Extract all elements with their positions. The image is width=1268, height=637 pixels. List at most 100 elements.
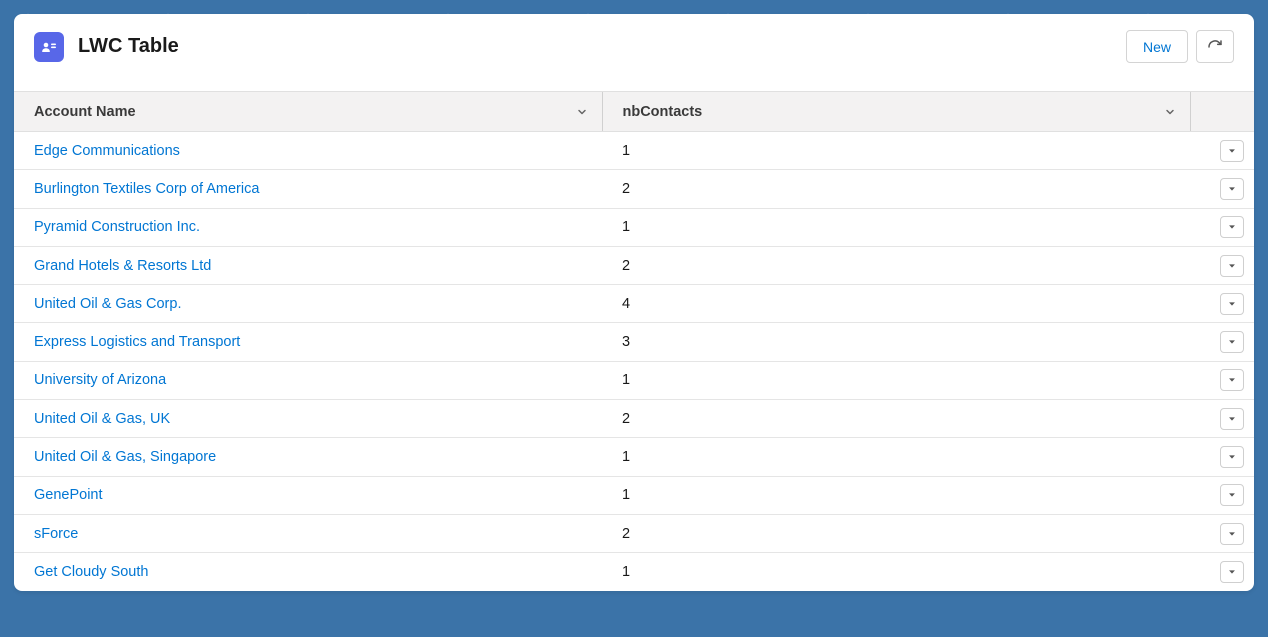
cell-account-name: University of Arizona [14,361,602,399]
row-actions-menu[interactable] [1220,408,1244,430]
cell-contacts: 2 [602,246,1190,284]
cell-actions [1190,170,1254,208]
row-actions-menu[interactable] [1220,331,1244,353]
column-label: nbContacts [623,104,703,120]
chevron-down-icon [572,102,592,122]
cell-account-name: Get Cloudy South [14,553,602,591]
account-link[interactable]: Pyramid Construction Inc. [34,219,200,235]
cell-contacts: 1 [602,208,1190,246]
row-actions-menu[interactable] [1220,561,1244,583]
cell-actions [1190,514,1254,552]
cell-account-name: United Oil & Gas, Singapore [14,438,602,476]
caret-down-icon [1227,184,1237,194]
cell-actions [1190,132,1254,170]
row-actions-menu[interactable] [1220,255,1244,277]
cell-account-name: Pyramid Construction Inc. [14,208,602,246]
column-header-actions [1190,92,1254,132]
caret-down-icon [1227,567,1237,577]
account-link[interactable]: Edge Communications [34,143,180,159]
table-row: Get Cloudy South 1 [14,553,1254,591]
account-link[interactable]: University of Arizona [34,372,166,388]
cell-actions [1190,361,1254,399]
row-actions-menu[interactable] [1220,484,1244,506]
table-row: Pyramid Construction Inc. 1 [14,208,1254,246]
cell-contacts: 3 [602,323,1190,361]
row-actions-menu[interactable] [1220,369,1244,391]
cell-actions [1190,553,1254,591]
cell-contacts: 2 [602,400,1190,438]
table-row: United Oil & Gas Corp. 4 [14,285,1254,323]
row-actions-menu[interactable] [1220,178,1244,200]
account-link[interactable]: United Oil & Gas, UK [34,411,170,427]
table-row: Express Logistics and Transport 3 [14,323,1254,361]
account-link[interactable]: Grand Hotels & Resorts Ltd [34,258,211,274]
caret-down-icon [1227,529,1237,539]
caret-down-icon [1227,299,1237,309]
account-link[interactable]: Burlington Textiles Corp of America [34,181,259,197]
card: LWC Table New Account Name [14,14,1254,591]
cell-account-name: GenePoint [14,476,602,514]
chevron-down-icon [1160,102,1180,122]
table-row: Grand Hotels & Resorts Ltd 2 [14,246,1254,284]
cell-actions [1190,438,1254,476]
table-row: Burlington Textiles Corp of America 2 [14,170,1254,208]
account-link[interactable]: sForce [34,526,78,542]
table-row: Edge Communications 1 [14,132,1254,170]
table-row: GenePoint 1 [14,476,1254,514]
cell-contacts: 2 [602,514,1190,552]
cell-account-name: Grand Hotels & Resorts Ltd [14,246,602,284]
table-row: United Oil & Gas, Singapore 1 [14,438,1254,476]
cell-account-name: Express Logistics and Transport [14,323,602,361]
caret-down-icon [1227,490,1237,500]
row-actions-menu[interactable] [1220,216,1244,238]
row-actions-menu[interactable] [1220,523,1244,545]
cell-actions [1190,208,1254,246]
cell-contacts: 1 [602,132,1190,170]
cell-contacts: 1 [602,553,1190,591]
cell-actions [1190,246,1254,284]
row-actions-menu[interactable] [1220,293,1244,315]
column-header-account-name[interactable]: Account Name [14,92,602,132]
cell-contacts: 2 [602,170,1190,208]
cell-contacts: 1 [602,438,1190,476]
column-header-nbcontacts[interactable]: nbContacts [602,92,1190,132]
cell-account-name: United Oil & Gas, UK [14,400,602,438]
account-link[interactable]: Express Logistics and Transport [34,334,240,350]
cell-account-name: sForce [14,514,602,552]
row-actions-menu[interactable] [1220,446,1244,468]
caret-down-icon [1227,261,1237,271]
cell-actions [1190,285,1254,323]
cell-account-name: United Oil & Gas Corp. [14,285,602,323]
caret-down-icon [1227,146,1237,156]
cell-contacts: 4 [602,285,1190,323]
column-label: Account Name [34,104,136,120]
cell-actions [1190,476,1254,514]
table-row: sForce 2 [14,514,1254,552]
account-link[interactable]: United Oil & Gas Corp. [34,296,181,312]
header-actions: New [1126,30,1234,63]
card-header: LWC Table New [14,14,1254,91]
cell-account-name: Burlington Textiles Corp of America [14,170,602,208]
table-row: University of Arizona 1 [14,361,1254,399]
cell-contacts: 1 [602,361,1190,399]
cell-account-name: Edge Communications [14,132,602,170]
account-link[interactable]: Get Cloudy South [34,564,148,580]
caret-down-icon [1227,222,1237,232]
caret-down-icon [1227,452,1237,462]
cell-actions [1190,400,1254,438]
data-table: Account Name nbContacts [14,91,1254,591]
refresh-button[interactable] [1196,30,1234,63]
page-title: LWC Table [78,35,1126,58]
account-link[interactable]: GenePoint [34,487,103,503]
caret-down-icon [1227,414,1237,424]
refresh-icon [1207,39,1223,55]
row-actions-menu[interactable] [1220,140,1244,162]
cell-contacts: 1 [602,476,1190,514]
new-button[interactable]: New [1126,30,1188,63]
cell-actions [1190,323,1254,361]
account-link[interactable]: United Oil & Gas, Singapore [34,449,216,465]
table-row: United Oil & Gas, UK 2 [14,400,1254,438]
caret-down-icon [1227,375,1237,385]
contact-icon [34,32,64,62]
caret-down-icon [1227,337,1237,347]
